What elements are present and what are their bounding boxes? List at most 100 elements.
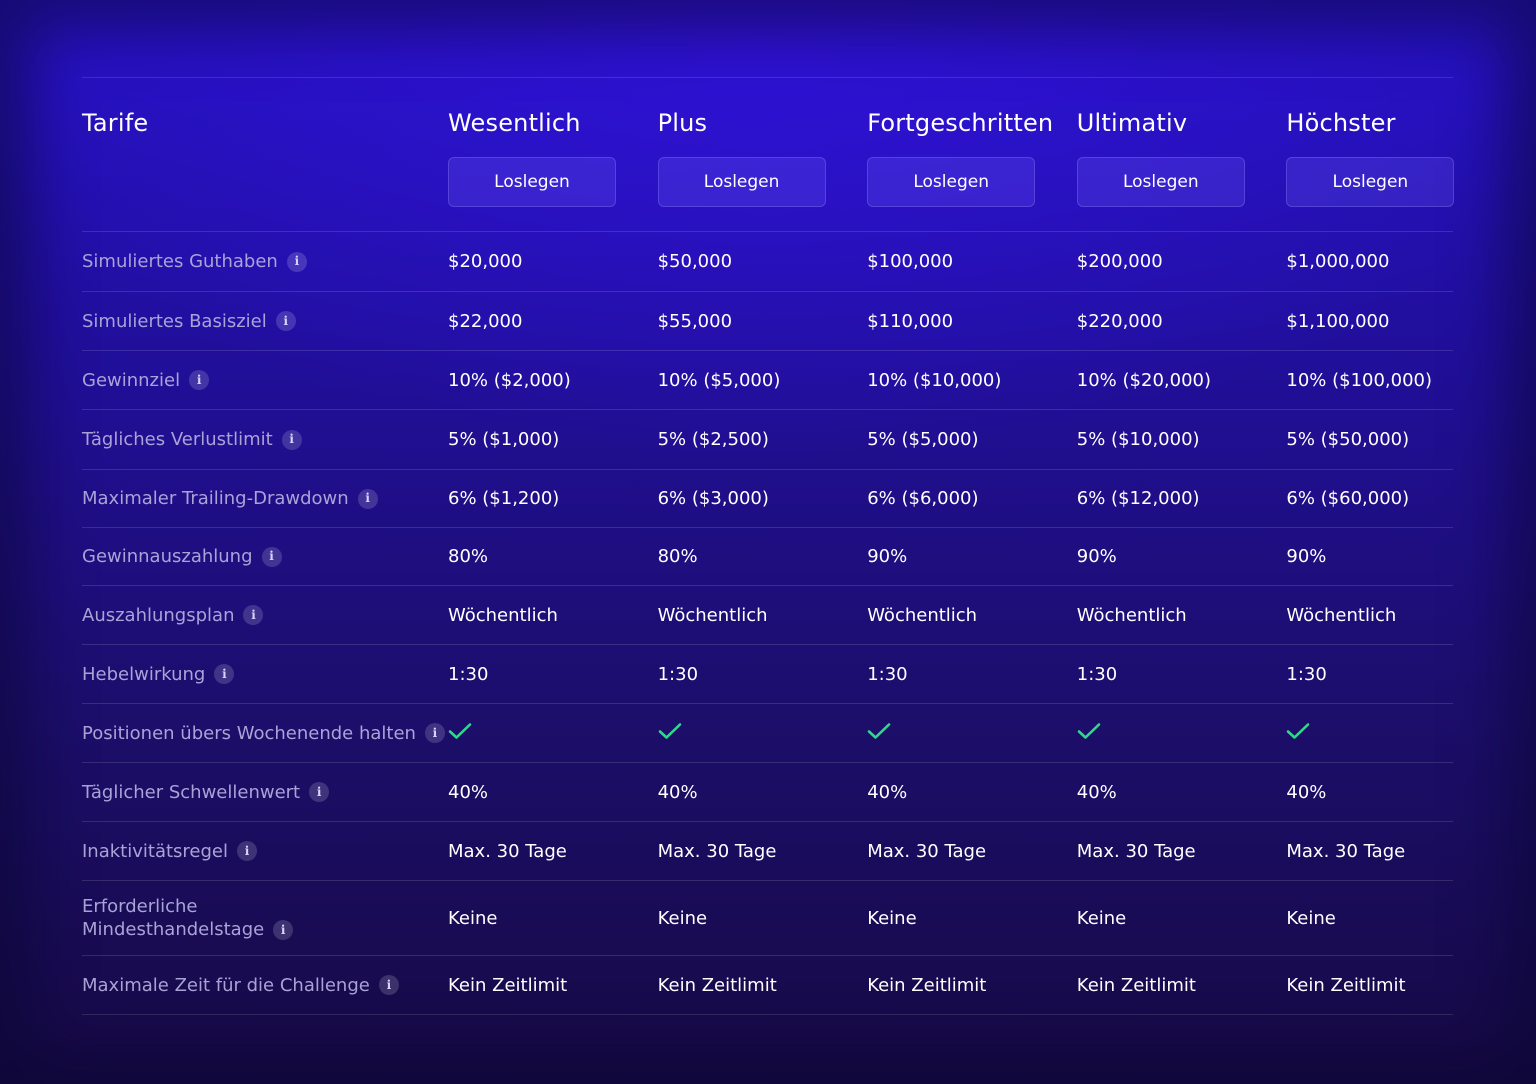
table-cell: $110,000 <box>867 310 954 332</box>
table-cell: Kein Zeitlimit <box>1076 974 1196 996</box>
info-icon[interactable]: i <box>273 920 294 940</box>
table-row: Maximaler Trailing-Drawdown i 6% ($1,200) 6… <box>82 470 1453 528</box>
table-cell: 1:30 <box>1076 663 1118 685</box>
table-cell: 10% ($20,000) <box>1076 369 1211 391</box>
row-label: Simuliertes Guthaben i <box>82 250 448 273</box>
checkmark-icon <box>867 722 891 739</box>
row-label: Maximaler Trailing-Drawdown i <box>82 487 448 510</box>
table-cell: 40% <box>1076 781 1117 803</box>
table-cell: 6% ($12,000) <box>1076 488 1200 509</box>
info-icon[interactable]: i <box>237 841 257 861</box>
table-cell: $22,000 <box>448 310 523 332</box>
info-icon[interactable]: i <box>357 488 378 509</box>
get-started-button-hoechster[interactable]: Loslegen <box>1286 157 1455 207</box>
table-cell: $55,000 <box>657 310 733 332</box>
get-started-button-plus[interactable]: Loslegen <box>657 157 826 207</box>
plan-column-wesentlich: Wesentlich Loslegen <box>448 78 658 231</box>
row-label-text: Inaktivitätsregel <box>82 840 228 862</box>
table-cell: 6% ($6,000) <box>867 488 979 509</box>
row-label-text: Mindesthandelstage <box>82 919 265 940</box>
info-icon[interactable]: i <box>275 311 296 331</box>
table-cell: 6% ($3,000) <box>657 488 769 509</box>
table-cell: 5% ($50,000) <box>1286 429 1410 450</box>
row-label: Täglicher Schwellenwert i <box>82 781 448 804</box>
table-row: Erforderliche Mindesthandelstage i Keine Kei… <box>82 881 1453 956</box>
info-icon[interactable]: i <box>189 370 210 390</box>
info-icon[interactable]: i <box>281 429 302 450</box>
table-cell: Kein Zeitlimit <box>1286 974 1406 996</box>
row-label: Inaktivitätsregel i <box>82 840 448 863</box>
table-cell: Kein Zeitlimit <box>448 974 568 996</box>
plan-column-ultimativ: Ultimativ Loslegen <box>1076 78 1287 231</box>
header-label: Tarife <box>82 109 149 137</box>
row-label-text: Maximaler Trailing-Drawdown <box>82 488 349 509</box>
get-started-button-wesentlich[interactable]: Loslegen <box>448 157 616 207</box>
table-cell: Max. 30 Tage <box>867 840 987 862</box>
table-cell: Kein Zeitlimit <box>867 974 987 996</box>
row-label-text: Simuliertes Basisziel <box>82 310 267 332</box>
table-cell: 6% ($60,000) <box>1286 488 1410 509</box>
row-label: Auszahlungsplan i <box>82 604 448 627</box>
table-row: Gewinnziel i 10% ($2,000) 10% ($5,000) 10% (… <box>82 351 1453 410</box>
table-cell: $200,000 <box>1076 251 1163 272</box>
checkmark-icon <box>658 722 681 739</box>
table-cell: 40% <box>448 781 489 803</box>
info-icon[interactable]: i <box>286 251 307 272</box>
table-cell: 90% <box>1076 546 1117 567</box>
table-cell: Max. 30 Tage <box>657 840 777 862</box>
table-row: Maximale Zeit für die Challenge i Kein Zei… <box>82 956 1453 1015</box>
table-cell: Max. 30 Tage <box>1286 840 1406 862</box>
plan-column-hoechster: Höchster Loslegen <box>1286 78 1496 231</box>
get-started-button-ultimativ[interactable]: Loslegen <box>1076 157 1245 207</box>
table-cell: 40% <box>867 781 908 803</box>
table-cell: 10% ($10,000) <box>867 369 1002 391</box>
info-icon[interactable]: i <box>309 782 330 802</box>
row-label: Positionen übers Wochenende halten i <box>82 722 448 745</box>
row-label: Hebelwirkung i <box>82 663 448 686</box>
table-cell: $220,000 <box>1076 310 1163 332</box>
plan-name: Höchster <box>1286 109 1396 137</box>
row-label-text: Täglicher Schwellenwert <box>82 781 301 803</box>
table-cell: 10% ($5,000) <box>657 369 781 391</box>
feature-included-cell <box>1077 722 1287 745</box>
row-label: Gewinnauszahlung i <box>82 545 448 568</box>
table-body: Simuliertes Guthaben i $20,000 $50,000 $100,… <box>82 232 1453 1015</box>
info-icon[interactable]: i <box>214 664 235 684</box>
table-cell: $1,100,000 <box>1286 310 1390 332</box>
table-cell: Wöchentlich <box>448 604 558 626</box>
row-label: Maximale Zeit für die Challenge i <box>82 974 448 997</box>
checkmark-icon <box>448 722 472 739</box>
checkmark-icon <box>1287 722 1310 739</box>
row-label-line: Erforderliche <box>82 896 198 917</box>
row-label: Erforderliche Mindesthandelstage i <box>82 895 448 941</box>
table-cell: 90% <box>867 546 908 567</box>
info-icon[interactable]: i <box>243 605 264 625</box>
row-label-text: Positionen übers Wochenende halten <box>82 722 416 744</box>
table-row: Simuliertes Basisziel i $22,000 $55,000 $110… <box>82 292 1453 351</box>
plan-name: Plus <box>657 109 708 137</box>
table-cell: 40% <box>657 781 698 803</box>
table-cell: 5% ($10,000) <box>1076 429 1200 450</box>
table-cell: 5% ($5,000) <box>867 429 979 450</box>
table-row: Simuliertes Guthaben i $20,000 $50,000 $100,… <box>82 232 1453 292</box>
table-cell: 1:30 <box>448 663 489 685</box>
row-label-text: Gewinnauszahlung <box>82 546 253 567</box>
table-cell: 6% ($1,200) <box>448 488 560 509</box>
info-icon[interactable]: i <box>424 723 445 743</box>
table-cell: Wöchentlich <box>867 604 978 626</box>
info-icon[interactable]: i <box>261 546 282 567</box>
row-label: Simuliertes Basisziel i <box>82 310 448 333</box>
plan-column-fortgeschritten: Fortgeschritten Loslegen <box>867 78 1077 231</box>
row-label-text: Gewinnziel <box>82 369 181 391</box>
table-cell: 1:30 <box>867 663 908 685</box>
info-icon[interactable]: i <box>378 975 399 995</box>
table-cell: Keine <box>657 907 708 929</box>
table-cell: Keine <box>867 907 917 929</box>
table-cell: Keine <box>1286 907 1336 929</box>
get-started-button-fortgeschritten[interactable]: Loslegen <box>867 157 1036 207</box>
table-cell: $20,000 <box>448 251 523 272</box>
row-label-text: Simuliertes Guthaben <box>82 251 278 272</box>
row-label: Tägliches Verlustlimit i <box>82 428 448 451</box>
table-row: Auszahlungsplan i Wöchentlich Wöchentlich Wö… <box>82 586 1453 645</box>
row-label-text: Hebelwirkung <box>82 663 206 685</box>
